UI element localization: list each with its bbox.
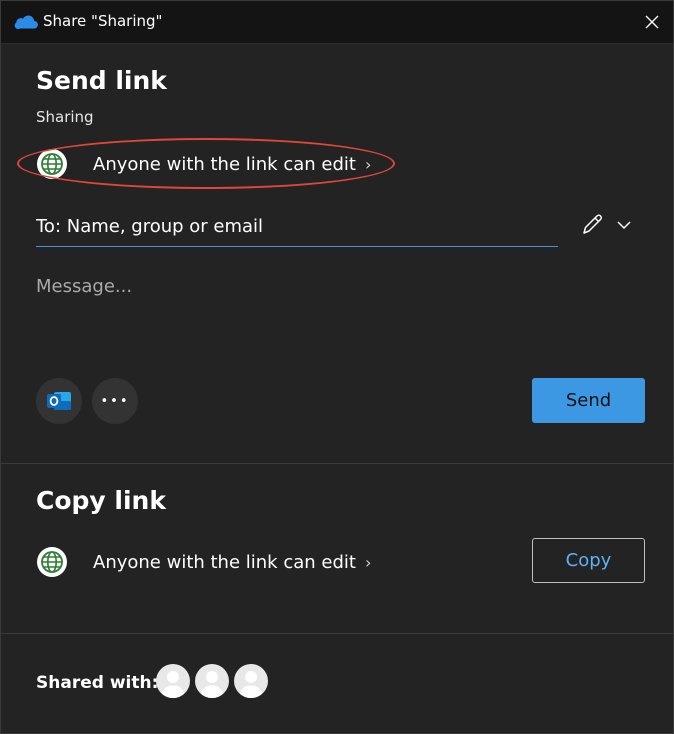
title-bar: Share "Sharing": [1, 1, 673, 44]
send-link-permission-button[interactable]: Anyone with the link can edit ›: [37, 148, 371, 180]
globe-badge: [37, 547, 67, 577]
recipient-input[interactable]: [36, 207, 558, 247]
send-link-permission-text: Anyone with the link can edit: [93, 153, 356, 175]
close-icon: [645, 15, 659, 29]
item-name: Sharing: [36, 108, 94, 126]
share-dialog: Share "Sharing" Send link Sharing Anyone…: [0, 0, 674, 734]
copy-link-heading: Copy link: [36, 486, 166, 515]
close-button[interactable]: [637, 7, 667, 37]
chevron-right-icon: ›: [364, 154, 372, 174]
globe-badge: [37, 149, 67, 179]
recipient-permission-dropdown[interactable]: [579, 211, 639, 239]
more-options-button[interactable]: •••: [92, 378, 138, 424]
avatar[interactable]: [234, 664, 268, 698]
pencil-icon: [583, 214, 602, 234]
avatar[interactable]: [156, 664, 190, 698]
globe-icon: [41, 551, 63, 573]
copy-link-section: Copy link Anyone with the link can edit …: [1, 463, 673, 634]
copy-link-permission-button[interactable]: Anyone with the link can edit ›: [37, 546, 371, 578]
avatar[interactable]: [195, 664, 229, 698]
shared-with-section: Shared with:: [1, 633, 673, 733]
chevron-right-icon: ›: [364, 552, 372, 572]
send-link-heading: Send link: [36, 66, 167, 95]
send-button[interactable]: Send: [532, 378, 645, 423]
person-icon: [161, 671, 185, 698]
message-input[interactable]: [36, 276, 636, 356]
globe-icon: [41, 153, 63, 175]
send-link-section: Send link Sharing Anyone with the link c…: [1, 44, 673, 462]
onedrive-cloud-icon: [14, 15, 38, 29]
person-icon: [239, 671, 263, 698]
window-title: Share "Sharing": [43, 12, 163, 30]
more-icon: •••: [100, 393, 130, 409]
copy-button[interactable]: Copy: [532, 538, 645, 583]
chevron-down-icon: [617, 221, 631, 230]
outlook-icon: [47, 392, 71, 410]
copy-link-permission-text: Anyone with the link can edit: [93, 551, 356, 573]
shared-with-label: Shared with:: [36, 673, 159, 693]
person-icon: [200, 671, 224, 698]
outlook-button[interactable]: [36, 378, 82, 424]
